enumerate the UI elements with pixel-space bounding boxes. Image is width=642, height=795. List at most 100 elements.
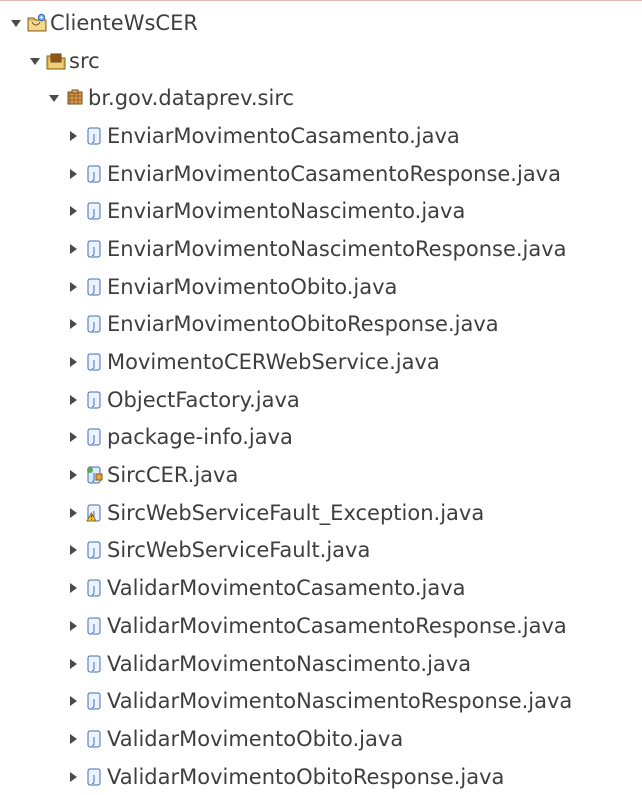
- java-file-label: ValidarMovimentoCasamentoResponse.java: [107, 613, 567, 638]
- collapse-toggle-icon[interactable]: [46, 90, 62, 106]
- tree-item-java-file[interactable]: J ValidarMovimentoObitoResponse.java: [0, 758, 642, 795]
- expand-toggle-icon[interactable]: [65, 769, 81, 785]
- java-file-label: MovimentoCERWebService.java: [107, 350, 440, 375]
- collapse-toggle-icon[interactable]: [27, 53, 43, 69]
- tree-item-java-file[interactable]: J EnviarMovimentoNascimentoResponse.java: [0, 230, 642, 268]
- tree-item-java-file[interactable]: Jpackage-info.java: [0, 419, 642, 457]
- svg-text:J: J: [92, 246, 96, 257]
- java-file-icon: J: [83, 653, 105, 675]
- java-file-label: ValidarMovimentoCasamento.java: [107, 576, 466, 601]
- expand-toggle-icon[interactable]: [65, 618, 81, 634]
- java-file-icon: J: [83, 276, 105, 298]
- java-file-label: EnviarMovimentoCasamentoResponse.java: [107, 161, 561, 186]
- java-file-label: SircWebServiceFault_Exception.java: [107, 500, 485, 525]
- java-file-label: ObjectFactory.java: [107, 387, 300, 412]
- expand-toggle-icon[interactable]: [65, 316, 81, 332]
- java-file-icon: J: [83, 200, 105, 222]
- expand-toggle-icon[interactable]: [65, 166, 81, 182]
- java-file-label: SircCER.java: [107, 463, 239, 488]
- expand-toggle-icon[interactable]: [65, 203, 81, 219]
- java-file-label: EnviarMovimentoNascimento.java: [107, 199, 466, 224]
- tree-item-java-file[interactable]: J EnviarMovimentoObito.java: [0, 268, 642, 306]
- tree-item-java-file[interactable]: J SircCER.java: [0, 456, 642, 494]
- collapse-toggle-icon[interactable]: [8, 15, 24, 31]
- expand-toggle-icon[interactable]: [65, 505, 81, 521]
- java-file-icon: J: [83, 313, 105, 335]
- tree-item-java-file[interactable]: J ValidarMovimentoNascimentoResponse.java: [0, 682, 642, 720]
- java-file-service-icon: J: [83, 464, 105, 486]
- svg-text:J: J: [92, 208, 96, 219]
- java-file-icon: J: [83, 163, 105, 185]
- java-file-icon: J: [83, 766, 105, 788]
- java-file-label: ValidarMovimentoObitoResponse.java: [107, 764, 505, 789]
- tree-item-java-file[interactable]: J EnviarMovimentoObitoResponse.java: [0, 306, 642, 344]
- tree-item-java-file[interactable]: J EnviarMovimentoCasamentoResponse.java: [0, 155, 642, 193]
- svg-text:J: J: [92, 133, 96, 144]
- svg-text:J: J: [92, 736, 96, 747]
- tree-item-java-file[interactable]: J ValidarMovimentoNascimento.java: [0, 645, 642, 683]
- svg-text:J: J: [92, 698, 96, 709]
- svg-text:J: J: [92, 397, 96, 408]
- tree-item-java-file[interactable]: J SircWebServiceFault_Exception.java: [0, 494, 642, 532]
- tree-item-java-file[interactable]: J ObjectFactory.java: [0, 381, 642, 419]
- expand-toggle-icon[interactable]: [65, 731, 81, 747]
- java-file-icon: J: [83, 125, 105, 147]
- expand-toggle-icon[interactable]: [65, 693, 81, 709]
- tree-item-java-file[interactable]: J ValidarMovimentoObito.java: [0, 720, 642, 758]
- java-file-icon: J: [83, 426, 105, 448]
- project-label: ClienteWsCER: [50, 10, 198, 35]
- svg-text:J: J: [92, 585, 96, 596]
- tree-item-project[interactable]: ClienteWsCER: [0, 4, 642, 42]
- tree-item-java-file[interactable]: J ValidarMovimentoCasamentoResponse.java: [0, 607, 642, 645]
- source-folder-icon: [45, 50, 67, 72]
- svg-text:J: J: [92, 774, 96, 785]
- expand-toggle-icon[interactable]: [65, 580, 81, 596]
- project-explorer-tree: ClienteWsCER src br.gov.dataprev.sirc J …: [0, 4, 642, 795]
- java-file-label: package-info.java: [107, 425, 293, 450]
- svg-text:J: J: [92, 284, 96, 295]
- java-file-label: EnviarMovimentoCasamento.java: [107, 123, 460, 148]
- java-file-label: ValidarMovimentoNascimento.java: [107, 651, 472, 676]
- java-file-icon: J: [83, 539, 105, 561]
- package-icon: [64, 87, 86, 109]
- java-project-icon: [26, 12, 48, 34]
- svg-text:J: J: [92, 321, 96, 332]
- java-file-warning-icon: J: [83, 502, 105, 524]
- svg-text:J: J: [92, 547, 96, 558]
- top-border: [0, 0, 642, 1]
- expand-toggle-icon[interactable]: [65, 241, 81, 257]
- tree-item-java-file[interactable]: J SircWebServiceFault.java: [0, 532, 642, 570]
- expand-toggle-icon[interactable]: [65, 467, 81, 483]
- svg-text:J: J: [92, 661, 96, 672]
- java-file-icon: J: [83, 728, 105, 750]
- svg-text:J: J: [92, 434, 96, 445]
- tree-item-java-file[interactable]: J EnviarMovimentoNascimento.java: [0, 192, 642, 230]
- source-folder-label: src: [69, 48, 100, 73]
- expand-toggle-icon[interactable]: [65, 656, 81, 672]
- java-file-label: SircWebServiceFault.java: [107, 538, 371, 563]
- java-file-label: EnviarMovimentoObito.java: [107, 274, 398, 299]
- tree-item-java-file[interactable]: J MovimentoCERWebService.java: [0, 343, 642, 381]
- java-file-icon: J: [83, 615, 105, 637]
- tree-item-package[interactable]: br.gov.dataprev.sirc: [0, 79, 642, 117]
- expand-toggle-icon[interactable]: [65, 354, 81, 370]
- package-label: br.gov.dataprev.sirc: [88, 86, 295, 111]
- java-file-label: EnviarMovimentoNascimentoResponse.java: [107, 236, 567, 261]
- java-file-icon: J: [83, 690, 105, 712]
- expand-toggle-icon[interactable]: [65, 128, 81, 144]
- java-file-label: ValidarMovimentoNascimentoResponse.java: [107, 689, 573, 714]
- tree-item-java-file[interactable]: J EnviarMovimentoCasamento.java: [0, 117, 642, 155]
- java-file-icon: J: [83, 351, 105, 373]
- java-file-icon: J: [83, 238, 105, 260]
- tree-item-java-file[interactable]: J ValidarMovimentoCasamento.java: [0, 569, 642, 607]
- expand-toggle-icon[interactable]: [65, 542, 81, 558]
- expand-toggle-icon[interactable]: [65, 429, 81, 445]
- svg-text:J: J: [92, 623, 96, 634]
- java-file-label: EnviarMovimentoObitoResponse.java: [107, 312, 499, 337]
- expand-toggle-icon[interactable]: [65, 279, 81, 295]
- expand-toggle-icon[interactable]: [65, 392, 81, 408]
- svg-text:J: J: [92, 171, 96, 182]
- java-file-icon: J: [83, 389, 105, 411]
- tree-item-src[interactable]: src: [0, 42, 642, 80]
- java-file-label: ValidarMovimentoObito.java: [107, 726, 404, 751]
